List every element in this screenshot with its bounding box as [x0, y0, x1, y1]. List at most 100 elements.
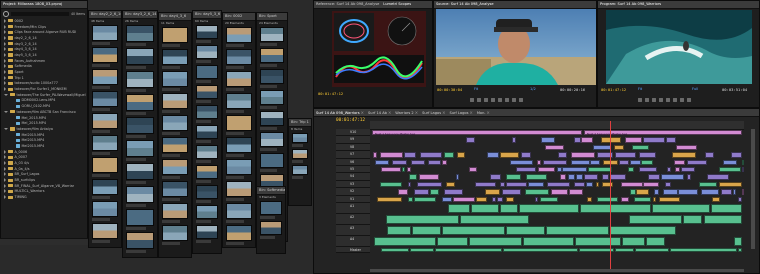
video-clip[interactable] — [741, 189, 744, 195]
audio-clip[interactable] — [711, 204, 742, 213]
disclosure-triangle-icon[interactable] — [4, 81, 6, 86]
track-header[interactable]: A3 — [336, 225, 370, 236]
video-clip[interactable] — [732, 189, 737, 195]
video-clip[interactable] — [648, 174, 660, 180]
video-clip[interactable] — [674, 167, 681, 173]
clip-thumbnail[interactable] — [92, 91, 118, 107]
audio-clip[interactable] — [682, 215, 703, 224]
clip-thumbnail[interactable] — [92, 25, 118, 41]
video-clip[interactable] — [441, 159, 447, 165]
video-clip[interactable] — [545, 144, 565, 151]
project-item[interactable]: takeover/film ABCTB San Francisco — [4, 109, 87, 115]
video-clip[interactable] — [596, 181, 600, 188]
video-clip[interactable] — [475, 181, 496, 188]
video-clip[interactable] — [466, 137, 476, 143]
clip-thumbnail[interactable] — [126, 117, 154, 134]
video-clip[interactable] — [547, 181, 570, 188]
close-icon[interactable]: × — [415, 110, 418, 115]
clip-thumbnail[interactable] — [92, 135, 118, 151]
video-clip[interactable] — [574, 181, 586, 188]
clip-thumbnail[interactable] — [196, 205, 218, 219]
disclosure-triangle-icon[interactable] — [4, 70, 6, 75]
export-frame-button[interactable] — [519, 98, 523, 102]
video-clip[interactable] — [446, 181, 456, 188]
clip-thumbnail[interactable] — [92, 179, 118, 195]
audio-clip[interactable] — [499, 204, 519, 213]
clip-thumbnail[interactable] — [92, 69, 118, 85]
disclosure-triangle-icon[interactable] — [4, 93, 8, 96]
video-clip[interactable] — [631, 144, 650, 151]
video-clip[interactable] — [712, 196, 721, 202]
audio-clip[interactable] — [412, 226, 441, 235]
video-clip[interactable] — [380, 152, 403, 158]
source-resolution-dropdown[interactable]: 1/2 — [530, 87, 536, 91]
video-clip[interactable] — [652, 196, 657, 202]
bin-title[interactable]: Bin: day3_2_6_14 — [125, 11, 157, 18]
video-clip[interactable] — [636, 189, 650, 195]
video-clip[interactable] — [525, 174, 547, 180]
clip-thumbnail[interactable] — [260, 153, 284, 168]
prog-step-forward-button[interactable] — [666, 98, 670, 102]
bin-title[interactable]: Bin: Sport — [259, 13, 277, 20]
disclosure-triangle-icon[interactable] — [4, 35, 6, 40]
audio-clip[interactable] — [703, 215, 742, 224]
disclosure-triangle-icon[interactable] — [4, 64, 6, 69]
video-clip[interactable] — [639, 152, 656, 158]
video-clip[interactable] — [510, 159, 534, 165]
clip-thumbnail[interactable] — [196, 165, 218, 179]
audio-clip[interactable] — [578, 248, 615, 252]
tab-reference[interactable]: Reference: Surf 14 Ab 098_Analyse — [316, 1, 379, 8]
video-clip[interactable] — [375, 159, 389, 165]
video-clip[interactable] — [705, 152, 714, 158]
video-clip[interactable] — [527, 181, 545, 188]
video-clip[interactable] — [662, 189, 678, 195]
video-clip[interactable] — [613, 144, 624, 151]
video-clip[interactable] — [525, 189, 549, 195]
audio-clip[interactable] — [519, 204, 580, 213]
clip-thumbnail[interactable] — [196, 85, 218, 99]
video-clip[interactable] — [570, 159, 590, 165]
video-clip[interactable] — [672, 152, 696, 158]
audio-clip[interactable] — [545, 226, 609, 235]
step-forward-button[interactable] — [498, 98, 502, 102]
video-clip[interactable] — [588, 167, 613, 173]
track-header[interactable]: V8 — [336, 143, 370, 152]
clip-thumbnail[interactable] — [162, 27, 188, 43]
video-clip[interactable] — [592, 144, 611, 151]
mark-out-button[interactable] — [477, 98, 481, 102]
track-header[interactable]: V9 — [336, 136, 370, 144]
video-clip[interactable] — [601, 181, 614, 188]
tab-program[interactable]: Program: Surf 14 Ab 098_Warriors — [600, 1, 661, 8]
project-tab[interactable]: Project: Millaraas 1808_03.prproj — [3, 1, 62, 8]
audio-clip[interactable] — [505, 226, 545, 235]
audio-clip[interactable] — [434, 248, 503, 252]
disclosure-triangle-icon[interactable] — [4, 127, 8, 130]
clip-thumbnail[interactable] — [226, 115, 252, 131]
video-clip[interactable] — [557, 152, 567, 158]
video-clip[interactable] — [505, 174, 522, 180]
playhead[interactable] — [610, 121, 611, 269]
video-clip[interactable] — [490, 174, 501, 180]
timeline-sequence-tab[interactable]: Mon.× — [477, 109, 490, 116]
clip-thumbnail[interactable] — [226, 93, 252, 109]
disclosure-triangle-icon[interactable] — [4, 189, 6, 194]
audio-clip[interactable] — [381, 248, 409, 252]
disclosure-triangle-icon[interactable] — [4, 172, 6, 177]
lift-button[interactable] — [673, 98, 677, 102]
clip-thumbnail[interactable] — [162, 225, 188, 241]
project-item[interactable]: Clips Face around Algarve RUB RUDI — [4, 29, 87, 35]
audio-clip[interactable] — [580, 204, 652, 213]
timeline-sequence-tab[interactable]: Surf 14 Ab× — [368, 109, 391, 116]
search-input[interactable] — [11, 11, 69, 16]
video-clip[interactable] — [601, 137, 621, 143]
video-clip[interactable] — [653, 189, 660, 195]
clip-thumbnail[interactable] — [196, 25, 218, 39]
track-header[interactable]: A4 — [336, 236, 370, 247]
clip-thumbnail[interactable] — [226, 225, 252, 241]
video-clip[interactable] — [584, 174, 599, 180]
program-fit-dropdown[interactable]: Fit — [638, 87, 642, 91]
video-clip[interactable] — [737, 196, 742, 202]
video-clip[interactable] — [428, 159, 442, 165]
video-clip[interactable] — [468, 167, 477, 173]
video-clip[interactable] — [520, 152, 532, 158]
